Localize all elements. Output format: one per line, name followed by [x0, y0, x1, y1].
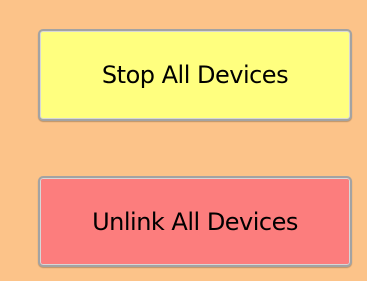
unlink-all-devices-button[interactable]: Unlink All Devices: [38, 176, 352, 267]
control-panel: Stop All Devices Unlink All Devices: [0, 0, 367, 281]
stop-all-devices-button[interactable]: Stop All Devices: [38, 29, 352, 121]
